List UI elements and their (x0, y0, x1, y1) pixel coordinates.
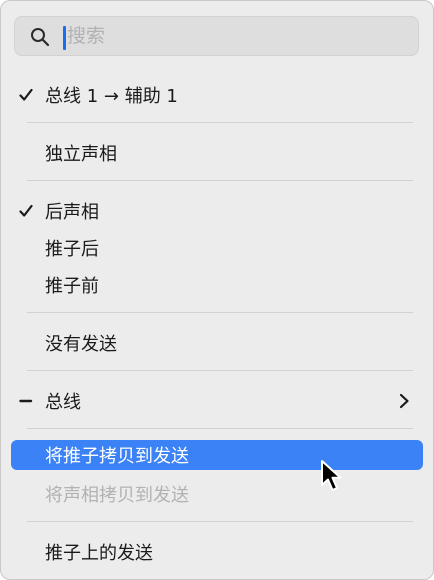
menu-item-label: 将推子拷贝到发送 (45, 446, 189, 467)
menu-item-bus[interactable]: 总线 (11, 386, 423, 416)
menu-item-post-fader[interactable]: 推子后 (11, 233, 423, 263)
context-menu: 总线 1 → 辅助 1 独立声相 后声相 推子后 推子前 没有发送 总线 将推子… (0, 0, 434, 580)
menu-separator (27, 521, 413, 522)
menu-item-no-send[interactable]: 没有发送 (11, 328, 423, 358)
search-icon (31, 28, 50, 47)
menu-item-label: 后声相 (45, 202, 99, 223)
menu-item-bus-aux[interactable]: 总线 1 → 辅助 1 (11, 80, 423, 110)
menu-item-post-pan[interactable]: 后声相 (11, 196, 423, 226)
menu-separator (27, 312, 413, 313)
menu-item-solo-pan[interactable]: 独立声相 (11, 138, 423, 168)
menu-separator (27, 370, 413, 371)
menu-item-label: 将声相拷贝到发送 (45, 485, 189, 506)
menu-item-copy-pan-to-sends: 将声相拷贝到发送 (11, 479, 423, 509)
menu-item-label: 总线 1 → 辅助 1 (45, 86, 178, 107)
menu-item-copy-fader-to-sends[interactable]: 将推子拷贝到发送 (11, 440, 423, 470)
search-input[interactable] (67, 19, 407, 53)
mixed-state-dash-icon (19, 386, 39, 416)
menu-item-label: 推子上的发送 (45, 543, 153, 564)
menu-separator (27, 180, 413, 181)
menu-item-pre-fader[interactable]: 推子前 (11, 270, 423, 300)
menu-item-label: 总线 (45, 392, 81, 413)
text-caret (63, 26, 66, 50)
menu-item-sends-on-fader[interactable]: 推子上的发送 (11, 537, 423, 567)
checkmark-icon (19, 196, 39, 226)
menu-item-label: 推子后 (45, 239, 99, 260)
menu-item-label: 推子前 (45, 276, 99, 297)
menu-separator (27, 122, 413, 123)
checkmark-icon (19, 80, 39, 110)
search-field[interactable] (14, 16, 419, 56)
mouse-pointer-icon (321, 460, 342, 491)
menu-item-label: 独立声相 (45, 144, 117, 165)
chevron-right-icon (399, 393, 409, 409)
menu-item-label: 没有发送 (45, 334, 117, 355)
menu-separator (27, 428, 413, 429)
